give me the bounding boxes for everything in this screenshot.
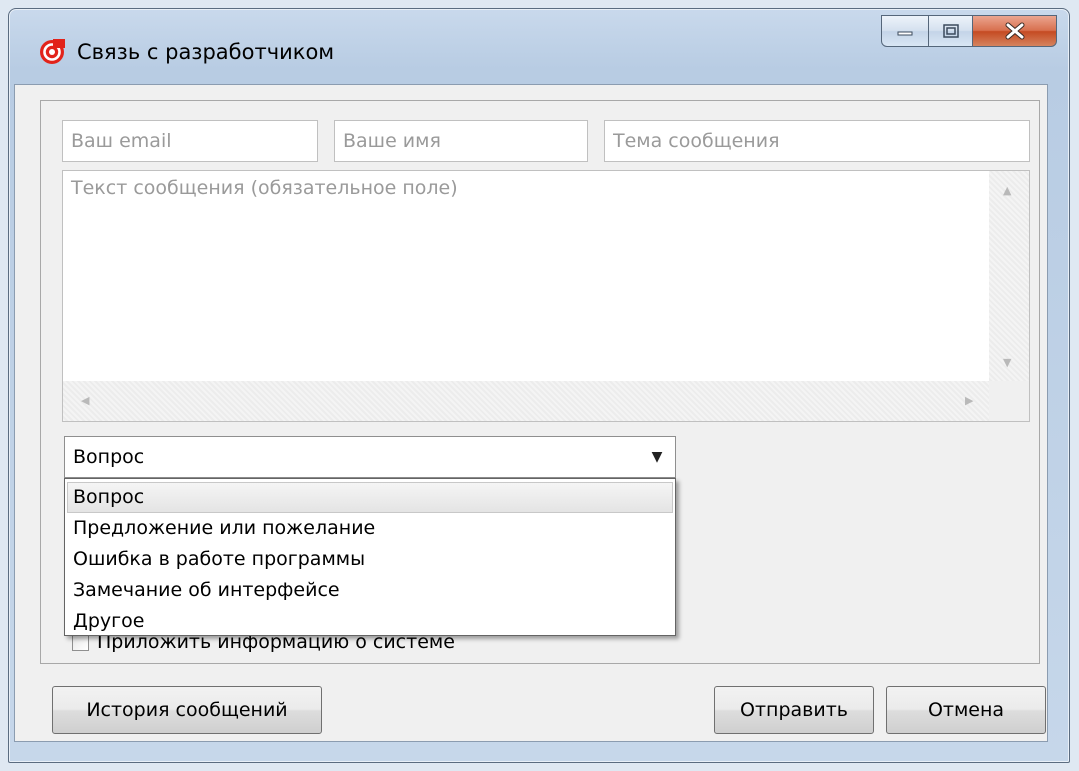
dropdown-option[interactable]: Вопрос [67, 482, 673, 513]
horizontal-scrollbar[interactable]: ◀ ▶ [63, 381, 989, 421]
window-title: Связь с разработчиком [77, 40, 335, 64]
dropdown-option[interactable]: Предложение или пожелание [65, 513, 675, 544]
minimize-icon [897, 31, 913, 36]
name-field[interactable] [334, 120, 588, 162]
scroll-down-icon[interactable]: ▼ [1003, 357, 1011, 368]
scroll-up-icon[interactable]: ▲ [1003, 185, 1011, 196]
dropdown-option[interactable]: Другое [65, 606, 675, 637]
subject-field[interactable] [604, 120, 1030, 162]
category-select[interactable]: Вопрос ▼ [64, 436, 676, 478]
scroll-right-icon[interactable]: ▶ [965, 395, 973, 406]
dropdown-option[interactable]: Ошибка в работе программы [65, 544, 675, 575]
maximize-button[interactable] [929, 15, 973, 47]
maximize-icon [942, 24, 959, 38]
message-textarea[interactable] [63, 171, 989, 383]
category-dropdown-list: Вопрос Предложение или пожелание Ошибка … [64, 478, 676, 636]
title-bar[interactable]: Связь с разработчиком [9, 9, 1069, 87]
close-icon [1005, 22, 1024, 40]
minimize-button[interactable] [881, 15, 929, 47]
category-selected-value: Вопрос [73, 446, 145, 468]
caption-buttons [881, 15, 1057, 47]
scroll-corner [989, 381, 1029, 421]
email-field[interactable] [62, 120, 318, 162]
red-circle-logo-icon [40, 39, 65, 64]
message-history-button[interactable]: История сообщений [52, 686, 322, 734]
vertical-scrollbar[interactable]: ▲ ▼ [989, 171, 1029, 383]
send-button[interactable]: Отправить [714, 686, 874, 734]
scroll-left-icon[interactable]: ◀ [81, 395, 89, 406]
chevron-down-icon[interactable]: ▼ [639, 437, 675, 477]
message-box: ▲ ▼ ◀ ▶ [62, 170, 1030, 422]
dropdown-option[interactable]: Замечание об интерфейсе [65, 575, 675, 606]
cancel-button[interactable]: Отмена [886, 686, 1046, 734]
close-button[interactable] [973, 15, 1057, 47]
